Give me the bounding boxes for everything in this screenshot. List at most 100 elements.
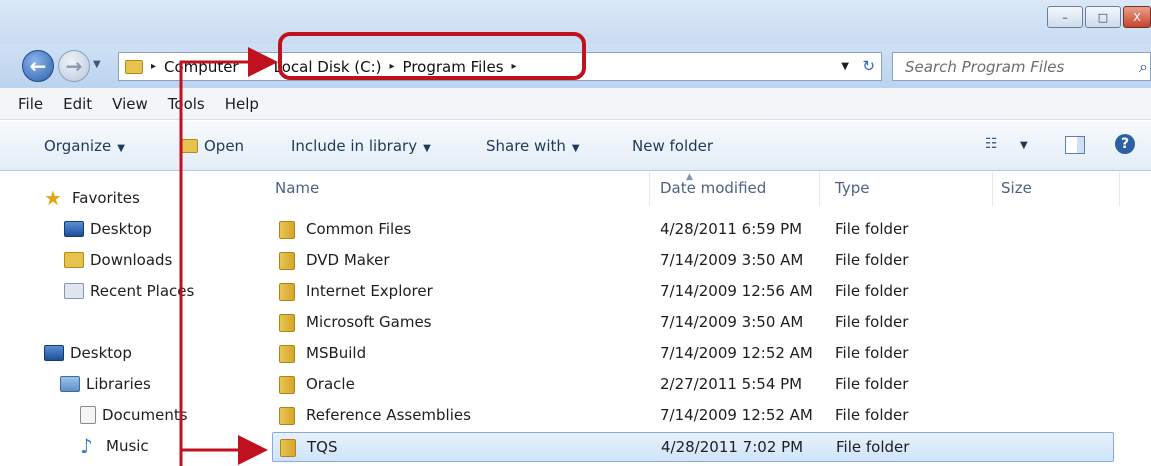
- desktop-icon: [44, 345, 64, 361]
- file-date-modified: 4/28/2011 6:59 PM: [660, 220, 803, 238]
- preview-pane-icon[interactable]: [1065, 136, 1085, 154]
- search-input[interactable]: Search Program Files ⌕: [892, 52, 1151, 81]
- open-label: Open: [204, 137, 245, 155]
- views-icon[interactable]: ☷: [985, 136, 998, 152]
- nav-libraries[interactable]: Libraries: [60, 375, 151, 393]
- column-divider[interactable]: [819, 172, 820, 206]
- recent-places-icon: [64, 283, 84, 299]
- views-dropdown-icon[interactable]: ▼: [1020, 140, 1028, 151]
- file-type: File folder: [835, 313, 909, 331]
- highlight-rectangle: [278, 32, 586, 80]
- desktop-icon: [64, 221, 84, 237]
- menu-file[interactable]: File: [0, 95, 53, 113]
- chevron-down-icon: ▼: [117, 143, 125, 154]
- navigation-pane: ★ Favorites Desktop Downloads Recent Pla…: [0, 172, 258, 466]
- table-row[interactable]: TQS 4/28/2011 7:02 PM File folder: [272, 432, 1114, 462]
- nav-desktop[interactable]: Desktop: [44, 344, 132, 362]
- file-type: File folder: [835, 282, 909, 300]
- downloads-icon: [64, 252, 84, 268]
- nav-label: Desktop: [90, 220, 152, 238]
- file-name: Internet Explorer: [306, 282, 433, 300]
- menu-help[interactable]: Help: [215, 95, 269, 113]
- column-divider[interactable]: [649, 172, 650, 206]
- star-icon: ★: [44, 186, 62, 210]
- nav-label: Documents: [102, 406, 188, 424]
- folder-icon: [279, 252, 295, 270]
- chevron-down-icon: ▼: [423, 143, 431, 154]
- nav-label: Downloads: [90, 251, 173, 269]
- folder-icon: [279, 376, 295, 394]
- search-placeholder: Search Program Files: [905, 57, 1065, 76]
- folder-icon: [125, 59, 143, 74]
- minimize-button[interactable]: –: [1047, 6, 1083, 28]
- nav-label: Libraries: [86, 375, 151, 393]
- nav-label: Desktop: [70, 344, 132, 362]
- breadcrumb-separator[interactable]: ▸: [261, 61, 266, 72]
- help-icon[interactable]: ?: [1115, 134, 1135, 154]
- table-row[interactable]: Common Files 4/28/2011 6:59 PM File folder: [272, 215, 1114, 245]
- column-divider[interactable]: [1119, 172, 1120, 206]
- folder-icon: [279, 221, 295, 239]
- column-header-date-modified[interactable]: Date modified: [660, 179, 766, 197]
- folder-icon: [279, 407, 295, 425]
- column-header-name[interactable]: Name: [275, 179, 319, 197]
- folder-icon: [279, 345, 295, 363]
- column-header-size[interactable]: Size: [1001, 179, 1032, 197]
- chevron-down-icon: ▼: [571, 143, 580, 154]
- nav-favorites[interactable]: ★ Favorites: [44, 186, 140, 210]
- file-type: File folder: [835, 406, 909, 424]
- address-dropdown[interactable]: ▼: [841, 61, 849, 72]
- nav-music[interactable]: ♪ Music: [80, 434, 149, 458]
- table-row[interactable]: Internet Explorer 7/14/2009 12:56 AM File …: [272, 277, 1114, 307]
- column-header-type[interactable]: Type: [835, 179, 869, 197]
- search-icon[interactable]: ⌕: [1139, 57, 1148, 77]
- libraries-icon: [60, 376, 80, 392]
- table-row[interactable]: Microsoft Games 7/14/2009 3:50 AM File fol…: [272, 308, 1114, 338]
- folder-icon: [280, 439, 296, 457]
- organize-label: Organize: [44, 137, 112, 155]
- nav-label: Music: [106, 437, 149, 455]
- menu-tools[interactable]: Tools: [158, 95, 215, 113]
- nav-documents[interactable]: Documents: [80, 406, 188, 424]
- organize-button[interactable]: Organize ▼: [44, 137, 125, 155]
- file-type: File folder: [835, 375, 909, 393]
- share-with-button[interactable]: Share with ▼: [486, 137, 580, 155]
- window-controls: – □ X: [1045, 6, 1151, 28]
- breadcrumb-separator[interactable]: ▸: [151, 61, 156, 72]
- file-date-modified: 7/14/2009 3:50 AM: [660, 313, 804, 331]
- new-folder-button[interactable]: New folder: [632, 137, 713, 155]
- file-date-modified: 4/28/2011 7:02 PM: [661, 438, 804, 456]
- table-row[interactable]: Reference Assemblies 7/14/2009 12:52 AM Fi…: [272, 401, 1114, 431]
- column-divider[interactable]: [992, 172, 993, 206]
- file-name: Oracle: [306, 375, 355, 393]
- file-name: MSBuild: [306, 344, 367, 362]
- open-button[interactable]: Open: [180, 137, 244, 155]
- nav-label: Favorites: [72, 189, 140, 207]
- file-date-modified: 2/27/2011 5:54 PM: [660, 375, 803, 393]
- documents-icon: [80, 406, 96, 424]
- breadcrumb-computer[interactable]: Computer: [164, 58, 239, 76]
- folder-icon: [279, 283, 295, 301]
- file-date-modified: 7/14/2009 12:52 AM: [660, 406, 813, 424]
- music-icon: ♪: [80, 434, 93, 458]
- nav-downloads[interactable]: Downloads: [64, 251, 172, 269]
- table-row[interactable]: Oracle 2/27/2011 5:54 PM File folder: [272, 370, 1114, 400]
- refresh-icon[interactable]: ↻: [862, 57, 875, 75]
- folder-icon: [279, 314, 295, 332]
- file-name: TQS: [307, 438, 338, 456]
- forward-button[interactable]: →: [58, 50, 90, 82]
- nav-recent-places[interactable]: Recent Places: [64, 282, 194, 300]
- recent-pages-dropdown[interactable]: ▼: [93, 59, 101, 70]
- nav-desktop-favorite[interactable]: Desktop: [64, 220, 152, 238]
- maximize-button[interactable]: □: [1085, 6, 1121, 28]
- table-row[interactable]: DVD Maker 7/14/2009 3:50 AM File folder: [272, 246, 1114, 276]
- file-name: Common Files: [306, 220, 412, 238]
- back-button[interactable]: ←: [22, 50, 54, 82]
- menu-edit[interactable]: Edit: [53, 95, 102, 113]
- table-row[interactable]: MSBuild 7/14/2009 12:52 AM File folder: [272, 339, 1114, 369]
- close-button[interactable]: X: [1123, 6, 1151, 28]
- file-date-modified: 7/14/2009 3:50 AM: [660, 251, 804, 269]
- file-name: Microsoft Games: [306, 313, 432, 331]
- include-in-library-button[interactable]: Include in library ▼: [291, 137, 431, 155]
- menu-view[interactable]: View: [102, 95, 158, 113]
